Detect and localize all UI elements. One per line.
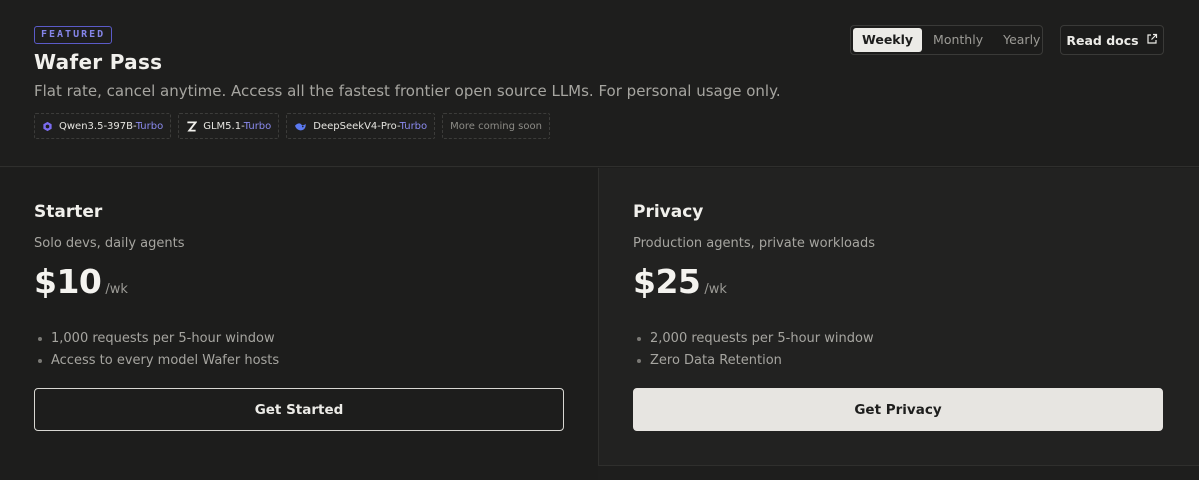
feature-list: 2,000 requests per 5-hour window Zero Da… xyxy=(637,328,874,372)
price-period: /wk xyxy=(105,282,128,297)
price-amount: $25 xyxy=(633,262,701,301)
plan-name: Starter xyxy=(34,202,103,222)
page-title: Wafer Pass xyxy=(34,50,163,74)
get-privacy-button[interactable]: Get Privacy xyxy=(633,388,1163,431)
model-turbo-label: Turbo xyxy=(399,120,428,132)
toggle-yearly[interactable]: Yearly xyxy=(994,28,1049,52)
get-started-button[interactable]: Get Started xyxy=(34,388,564,431)
model-list: Qwen3.5-397B-Turbo GLM5.1-Turbo DeepSeek… xyxy=(34,113,550,139)
zhipu-icon xyxy=(186,120,198,132)
external-link-icon xyxy=(1146,33,1158,48)
model-name: Qwen3.5-397B- xyxy=(59,120,136,132)
price-period: /wk xyxy=(704,282,727,297)
plan-name: Privacy xyxy=(633,202,704,222)
toggle-weekly[interactable]: Weekly xyxy=(853,28,923,52)
more-coming-chip: More coming soon xyxy=(442,113,550,139)
feature-item: Access to every model Wafer hosts xyxy=(37,350,279,372)
plan-price: $25 /wk xyxy=(633,262,727,301)
qwen-icon xyxy=(42,121,53,132)
deepseek-icon xyxy=(294,121,307,132)
plan-price: $10 /wk xyxy=(34,262,128,301)
read-docs-button[interactable]: Read docs xyxy=(1060,25,1164,55)
model-chip-glm: GLM5.1-Turbo xyxy=(178,113,280,139)
model-turbo-label: Turbo xyxy=(243,120,272,132)
billing-period-toggle: Weekly Monthly Yearly xyxy=(850,25,1043,55)
featured-badge: FEATURED xyxy=(34,26,113,44)
feature-list: 1,000 requests per 5-hour window Access … xyxy=(37,328,279,372)
pass-header: FEATURED Wafer Pass Flat rate, cancel an… xyxy=(0,0,1199,167)
feature-item: Zero Data Retention xyxy=(637,350,874,372)
plan-card-starter: Starter Solo devs, daily agents $10 /wk … xyxy=(0,168,598,480)
feature-item: 1,000 requests per 5-hour window xyxy=(37,328,279,350)
model-chip-qwen: Qwen3.5-397B-Turbo xyxy=(34,113,172,139)
plan-description: Production agents, private workloads xyxy=(633,236,875,251)
model-name: GLM5.1- xyxy=(203,120,244,132)
plan-description: Solo devs, daily agents xyxy=(34,236,185,251)
feature-item: 2,000 requests per 5-hour window xyxy=(637,328,874,350)
model-name: DeepSeekV4-Pro- xyxy=(313,120,400,132)
toggle-monthly[interactable]: Monthly xyxy=(924,28,992,52)
model-chip-deepseek: DeepSeekV4-Pro-Turbo xyxy=(286,113,436,139)
model-turbo-label: Turbo xyxy=(135,120,164,132)
page-subtitle: Flat rate, cancel anytime. Access all th… xyxy=(34,82,781,100)
plan-card-privacy: Privacy Production agents, private workl… xyxy=(598,168,1199,466)
read-docs-label: Read docs xyxy=(1066,32,1139,48)
price-amount: $10 xyxy=(34,262,102,301)
